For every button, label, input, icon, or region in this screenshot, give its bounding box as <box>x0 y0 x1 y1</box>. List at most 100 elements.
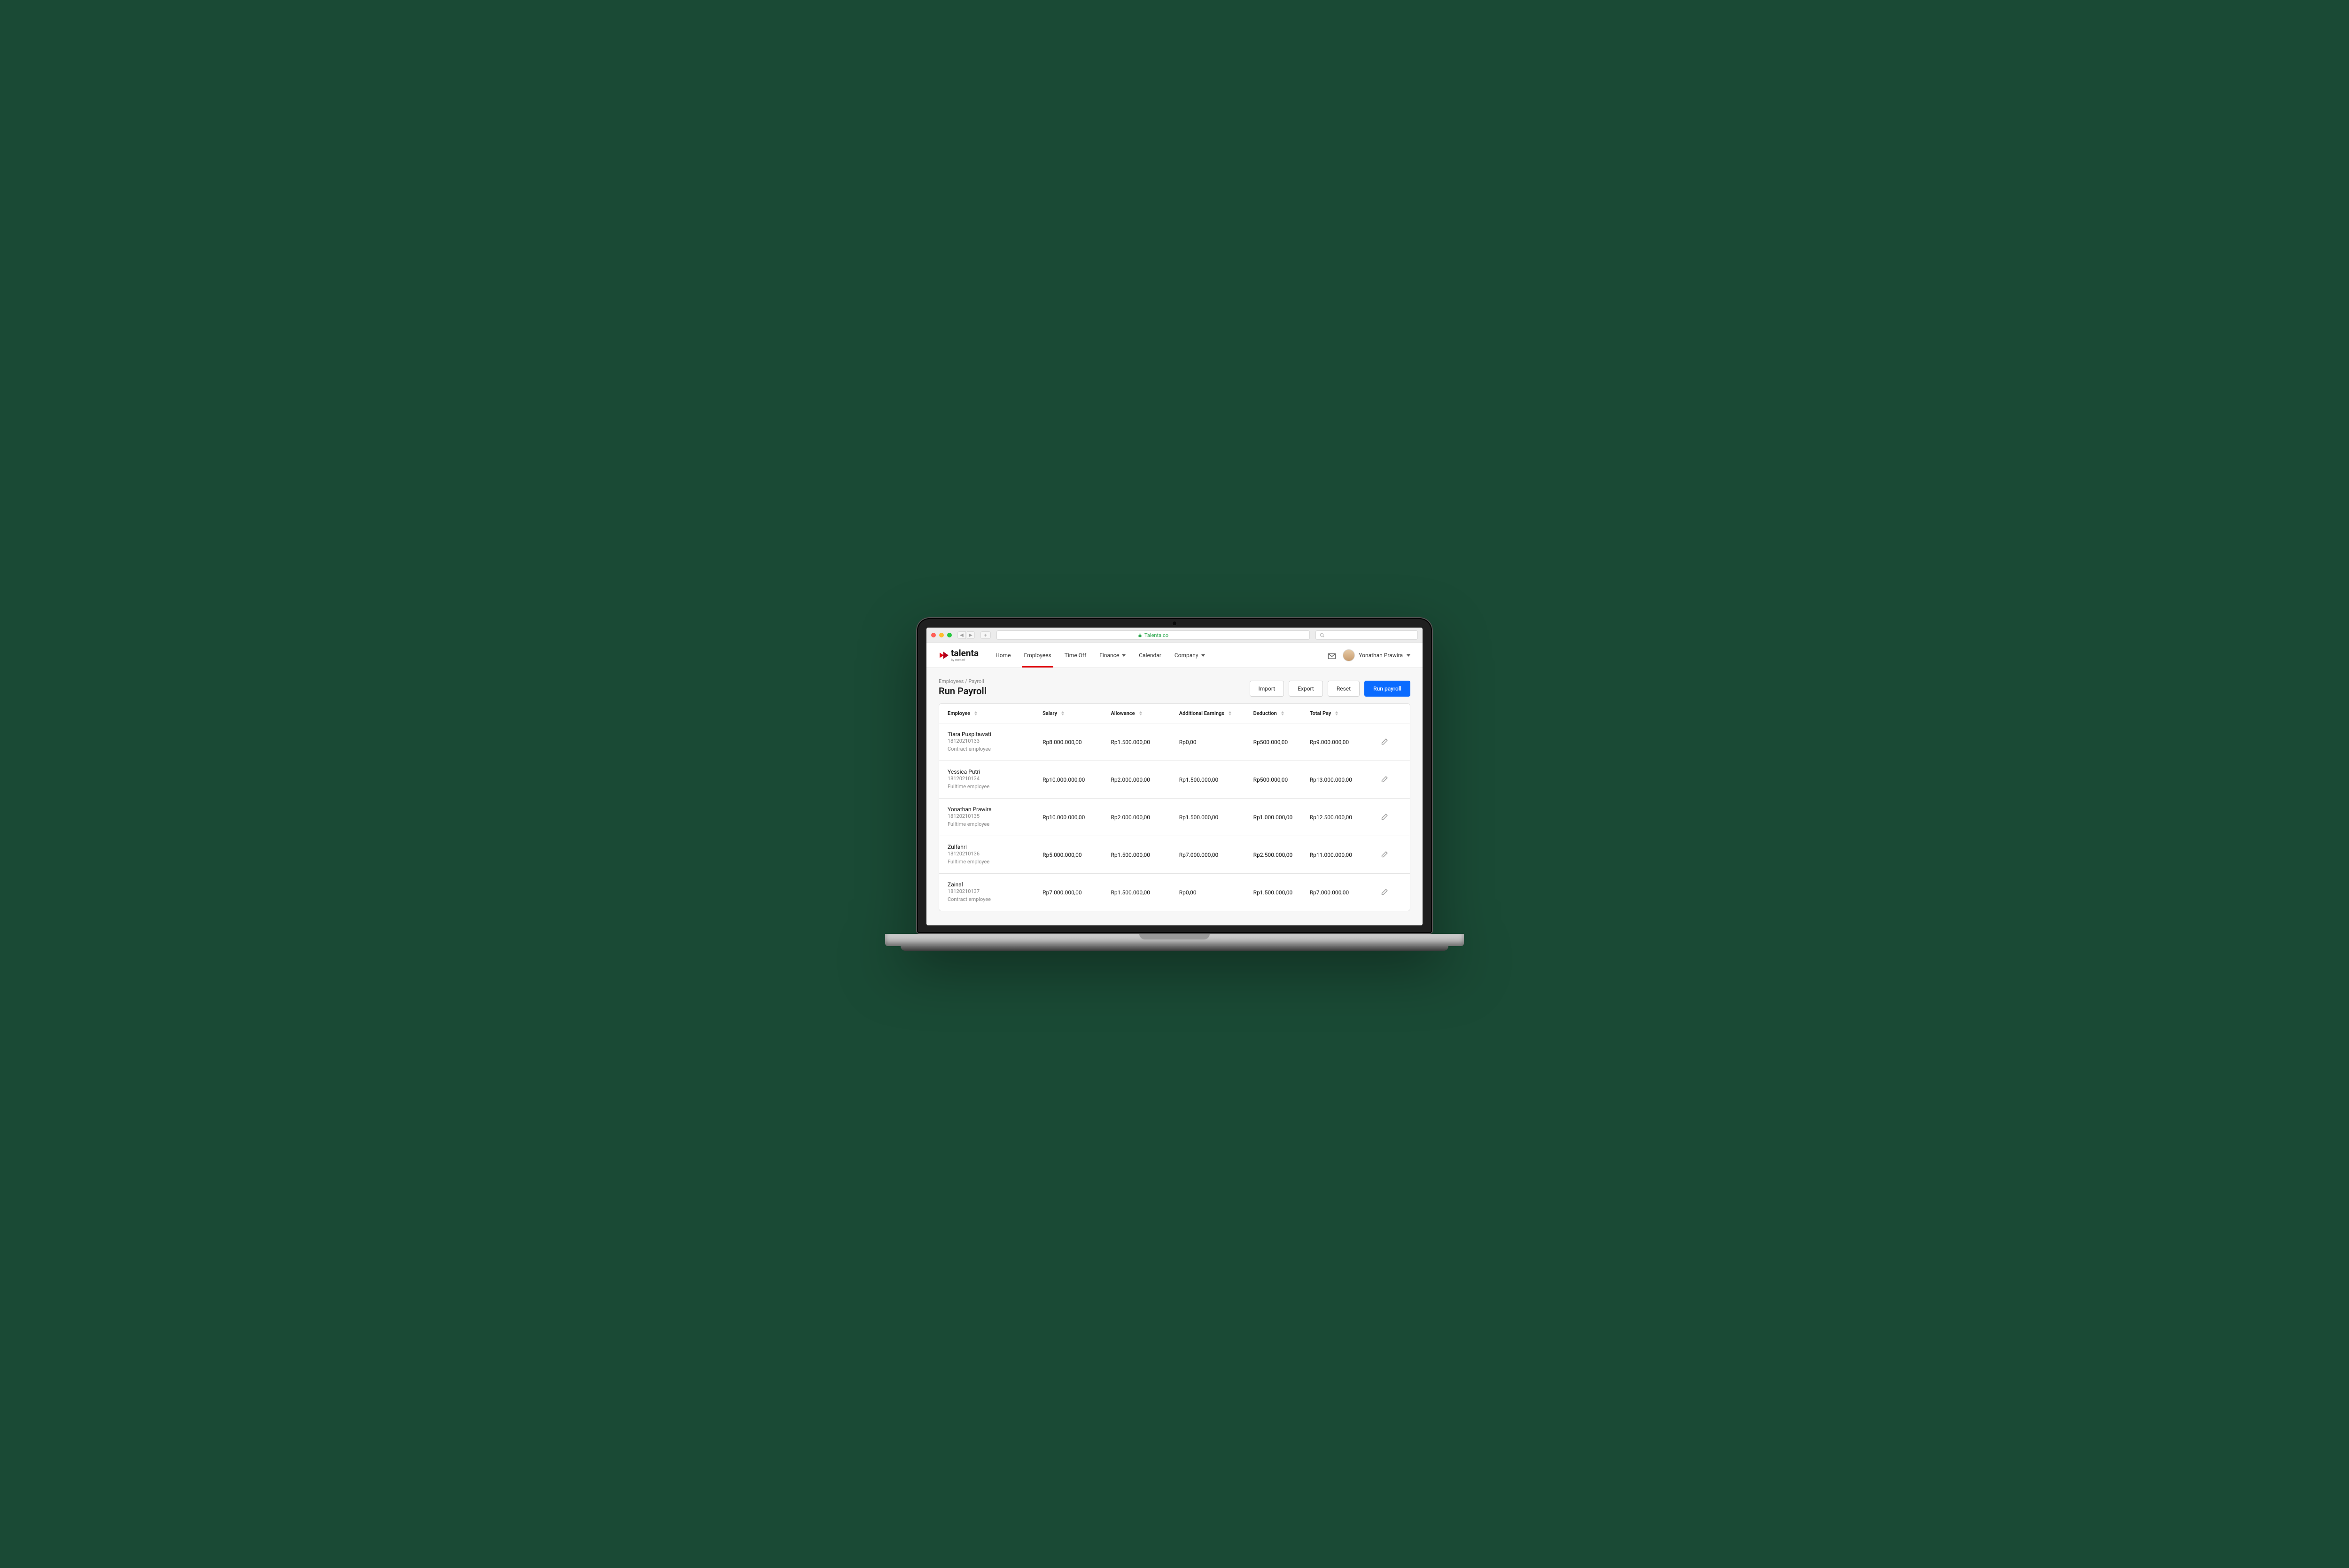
cell-total: Rp7.000.000,00 <box>1310 889 1378 896</box>
export-button[interactable]: Export <box>1289 681 1323 697</box>
column-header[interactable]: Total Pay <box>1310 710 1378 716</box>
column-header[interactable]: Employee <box>948 710 1042 716</box>
column-header[interactable]: Allowance <box>1111 710 1179 716</box>
nav-item-company[interactable]: Company <box>1168 643 1212 668</box>
cell-deduction: Rp500.000,00 <box>1253 739 1310 745</box>
camera-dot <box>1173 621 1176 625</box>
sort-icon <box>1139 711 1143 716</box>
column-label: Salary <box>1042 710 1057 716</box>
search-bar[interactable] <box>1315 630 1418 640</box>
sort-icon <box>1335 711 1338 716</box>
brand-tagline: by mekari <box>951 658 979 662</box>
payroll-table: Employee Salary AllowanceAdditional Earnin… <box>939 703 1410 911</box>
mail-icon[interactable] <box>1328 652 1336 659</box>
import-button[interactable]: Import <box>1250 681 1284 697</box>
cell-additional: Rp1.500.000,00 <box>1179 776 1253 783</box>
nav-arrows: ◀ ▶ <box>957 631 975 639</box>
column-header[interactable]: Additional Earnings <box>1179 710 1253 716</box>
cell-deduction: Rp1.500.000,00 <box>1253 889 1310 896</box>
nav-item-finance[interactable]: Finance <box>1093 643 1132 668</box>
forward-button[interactable]: ▶ <box>967 631 975 639</box>
cell-employee: Yonathan Prawira18120210135Fulltime empl… <box>948 806 1042 828</box>
employee-type: Contract employee <box>948 896 1042 904</box>
sort-icon <box>974 711 978 716</box>
employee-name: Zulfahri <box>948 844 1042 850</box>
cell-total: Rp12.500.000,00 <box>1310 814 1378 821</box>
topbar-right: Yonathan Prawira <box>1328 649 1410 661</box>
cell-employee: Zainal18120210137Contract employee <box>948 881 1042 903</box>
brand-logo[interactable]: talenta by mekari <box>939 649 979 662</box>
close-icon[interactable] <box>931 633 936 637</box>
cell-deduction: Rp2.500.000,00 <box>1253 852 1310 858</box>
reset-button[interactable]: Reset <box>1328 681 1360 697</box>
nav-item-home[interactable]: Home <box>989 643 1017 668</box>
nav-item-label: Home <box>996 652 1011 659</box>
cell-deduction: Rp500.000,00 <box>1253 776 1310 783</box>
edit-button[interactable] <box>1378 773 1391 786</box>
column-label: Total Pay <box>1310 710 1331 716</box>
cell-salary: Rp7.000.000,00 <box>1042 889 1111 896</box>
nav-item-time-off[interactable]: Time Off <box>1058 643 1093 668</box>
cell-total: Rp9.000.000,00 <box>1310 739 1378 745</box>
table-row: Yonathan Prawira18120210135Fulltime empl… <box>939 799 1410 836</box>
laptop-foot <box>901 946 1448 951</box>
cell-additional: Rp0,00 <box>1179 889 1253 896</box>
app-root: talenta by mekari Home Employees Time Off F… <box>926 643 1423 925</box>
browser-chrome: ◀ ▶ + Talenta.co <box>926 628 1423 643</box>
page-title: Run Payroll <box>939 685 987 697</box>
run-payroll-button[interactable]: Run payroll <box>1364 681 1410 697</box>
nav-item-label: Company <box>1174 652 1198 659</box>
nav-item-label: Time Off <box>1065 652 1087 659</box>
nav-item-label: Calendar <box>1139 652 1161 659</box>
employee-id: 18120210136 <box>948 850 1042 858</box>
new-tab-button[interactable]: + <box>980 631 991 639</box>
column-label: Employee <box>948 710 970 716</box>
laptop-notch <box>1139 934 1210 939</box>
employee-type: Fulltime employee <box>948 821 1042 829</box>
cell-salary: Rp10.000.000,00 <box>1042 776 1111 783</box>
employee-id: 18120210134 <box>948 775 1042 783</box>
page-body: Employees / Payroll Run Payroll Import E… <box>926 668 1423 925</box>
edit-button[interactable] <box>1378 736 1391 749</box>
chevron-down-icon <box>1122 654 1126 657</box>
cell-allowance: Rp1.500.000,00 <box>1111 889 1179 896</box>
nav-item-label: Finance <box>1099 652 1119 659</box>
cell-allowance: Rp1.500.000,00 <box>1111 739 1179 745</box>
table-row: Yessica Putri18120210134Fulltime employe… <box>939 761 1410 799</box>
brand-mark-icon <box>939 650 949 660</box>
column-label: Additional Earnings <box>1179 710 1224 716</box>
cell-total: Rp13.000.000,00 <box>1310 776 1378 783</box>
nav-item-employees[interactable]: Employees <box>1017 643 1058 668</box>
employee-id: 18120210137 <box>948 888 1042 896</box>
employee-name: Tiara Puspitawati <box>948 731 1042 737</box>
url-text: Talenta.co <box>1144 632 1168 638</box>
minimize-icon[interactable] <box>939 633 944 637</box>
breadcrumb: Employees / Payroll <box>939 678 987 684</box>
back-button[interactable]: ◀ <box>957 631 966 639</box>
maximize-icon[interactable] <box>947 633 952 637</box>
edit-button[interactable] <box>1378 811 1391 824</box>
column-header[interactable]: Salary <box>1042 710 1111 716</box>
cell-additional: Rp0,00 <box>1179 739 1253 745</box>
cell-employee: Tiara Puspitawati18120210133Contract emp… <box>948 731 1042 753</box>
cell-additional: Rp7.000.000,00 <box>1179 852 1253 858</box>
cell-employee: Zulfahri18120210136Fulltime employee <box>948 844 1042 866</box>
main-nav: Home Employees Time Off Finance Calendar Comp… <box>989 643 1211 668</box>
chevron-down-icon <box>1407 654 1410 657</box>
user-menu[interactable]: Yonathan Prawira <box>1343 649 1410 661</box>
lock-icon <box>1138 633 1142 637</box>
edit-icon <box>1380 888 1388 896</box>
edit-button[interactable] <box>1378 886 1391 899</box>
nav-item-calendar[interactable]: Calendar <box>1132 643 1168 668</box>
cell-additional: Rp1.500.000,00 <box>1179 814 1253 821</box>
app-topbar: talenta by mekari Home Employees Time Off F… <box>926 643 1423 668</box>
column-header[interactable]: Deduction <box>1253 710 1310 716</box>
sort-icon <box>1061 711 1065 716</box>
search-icon <box>1320 633 1325 638</box>
edit-button[interactable] <box>1378 848 1391 862</box>
cell-salary: Rp10.000.000,00 <box>1042 814 1111 821</box>
edit-icon <box>1380 813 1388 821</box>
cell-allowance: Rp2.000.000,00 <box>1111 814 1179 821</box>
url-bar[interactable]: Talenta.co <box>996 630 1310 640</box>
chevron-down-icon <box>1201 654 1205 657</box>
